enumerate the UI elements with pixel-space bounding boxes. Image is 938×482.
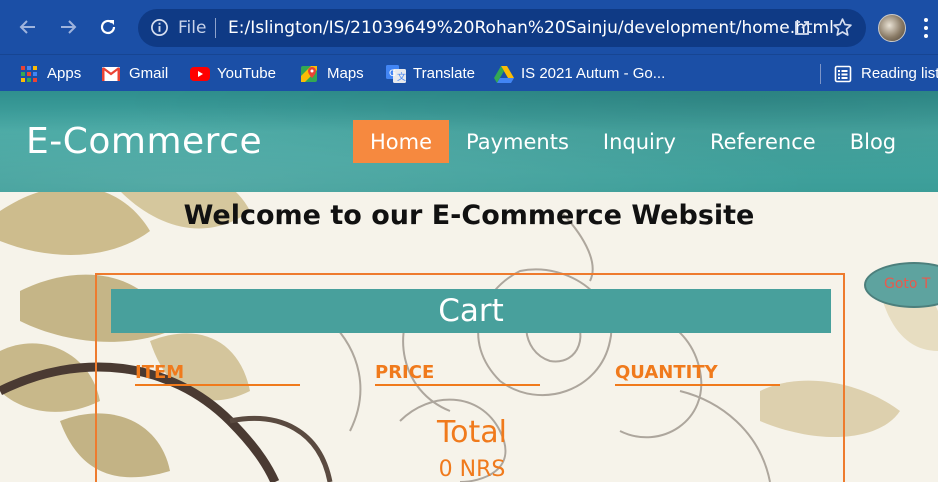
reload-button[interactable] <box>91 10 125 44</box>
web-page: E-Commerce Home Payments Inquiry Referen… <box>0 91 938 482</box>
column-header-price: PRICE <box>375 362 540 386</box>
bookmark-youtube[interactable]: YouTube <box>190 55 276 92</box>
column-header-item: ITEM <box>135 362 300 386</box>
svg-text:文: 文 <box>397 71 406 83</box>
column-header-quantity: QUANTITY <box>615 362 780 386</box>
nav-blog[interactable]: Blog <box>833 120 913 163</box>
translate-icon: G文 <box>386 64 406 83</box>
total-value: 0 NRS <box>438 457 506 482</box>
nav-home[interactable]: Home <box>353 120 450 163</box>
bookmark-label: Translate <box>413 65 475 82</box>
site-logo[interactable]: E-Commerce <box>26 121 262 162</box>
bookmarks-bar: Apps Gmail YouTube Maps G文 Translate IS … <box>0 54 938 91</box>
google-drive-icon <box>494 65 514 83</box>
bookmark-label: Maps <box>327 65 364 82</box>
bookmark-label: Gmail <box>129 65 169 82</box>
apps-grid-icon <box>20 65 38 83</box>
bookmark-maps[interactable]: Maps <box>300 55 364 92</box>
bookmark-reading-list[interactable]: Reading list <box>834 55 938 92</box>
bookmark-translate[interactable]: G文 Translate <box>386 55 475 92</box>
bookmark-apps[interactable]: Apps <box>20 55 81 92</box>
youtube-icon <box>190 65 210 83</box>
reload-icon <box>100 19 116 35</box>
gmail-icon <box>102 65 120 83</box>
site-info-icon[interactable] <box>150 18 169 41</box>
goto-top-label: Goto T <box>884 276 931 292</box>
url-text[interactable]: E:/Islington/IS/21039649%20Rohan%20Sainj… <box>228 18 834 38</box>
bookmark-star-icon[interactable] <box>832 17 853 42</box>
back-button[interactable] <box>11 10 45 44</box>
cart-section: Cart ITEM PRICE QUANTITY Total 0 NRS <box>95 273 845 482</box>
maps-icon <box>300 65 318 83</box>
share-icon[interactable] <box>792 18 812 42</box>
bookmark-gmail[interactable]: Gmail <box>102 55 168 92</box>
welcome-heading: Welcome to our E-Commerce Website <box>183 200 755 231</box>
nav-payments[interactable]: Payments <box>449 120 586 163</box>
back-arrow-icon <box>19 20 35 34</box>
nav-inquiry[interactable]: Inquiry <box>586 120 693 163</box>
main-nav: Home Payments Inquiry Reference Blog <box>353 120 913 163</box>
reading-list-icon <box>834 65 852 83</box>
browser-menu-icon[interactable] <box>924 18 928 42</box>
bookmark-label: Apps <box>47 65 82 82</box>
forward-button[interactable] <box>51 10 85 44</box>
svg-text:G: G <box>389 69 396 79</box>
omnibox-divider <box>215 18 216 38</box>
cart-title: Cart <box>111 289 831 333</box>
profile-avatar[interactable] <box>878 14 906 42</box>
bookmarks-divider <box>820 64 821 84</box>
bookmark-label: IS 2021 Autum - Go... <box>521 65 666 82</box>
total-label: Total <box>436 415 508 450</box>
bookmark-label: Reading list <box>861 65 938 82</box>
nav-reference[interactable]: Reference <box>693 120 833 163</box>
site-header: E-Commerce Home Payments Inquiry Referen… <box>0 91 938 192</box>
bookmark-label: YouTube <box>217 65 276 82</box>
url-scheme-label: File <box>178 18 207 38</box>
bookmark-is-2021[interactable]: IS 2021 Autum - Go... <box>494 55 665 92</box>
forward-arrow-icon <box>61 20 77 34</box>
browser-toolbar: File E:/Islington/IS/21039649%20Rohan%20… <box>0 0 938 54</box>
address-bar[interactable]: File E:/Islington/IS/21039649%20Rohan%20… <box>138 9 866 47</box>
